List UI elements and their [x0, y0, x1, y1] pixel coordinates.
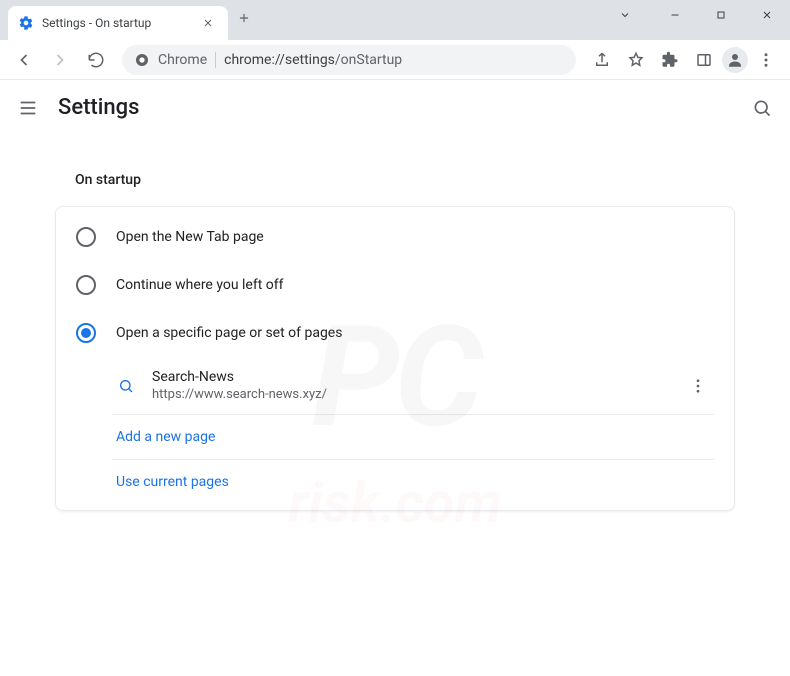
use-current-pages-link[interactable]: Use current pages — [112, 460, 714, 504]
close-window-button[interactable] — [744, 0, 790, 30]
back-button[interactable] — [8, 44, 40, 76]
option-label: Open a specific page or set of pages — [116, 325, 342, 341]
minimize-button[interactable] — [652, 0, 698, 30]
search-icon — [116, 376, 136, 396]
forward-button[interactable] — [44, 44, 76, 76]
search-icon[interactable] — [750, 96, 774, 120]
address-bar[interactable]: Chrome chrome://settings/onStartup — [122, 45, 576, 75]
chevron-down-icon[interactable] — [602, 0, 648, 30]
startup-page-row: Search-News https://www.search-news.xyz/ — [112, 357, 714, 415]
gear-icon — [18, 15, 34, 31]
kebab-menu-icon[interactable] — [750, 44, 782, 76]
share-icon[interactable] — [586, 44, 618, 76]
option-label: Continue where you left off — [116, 277, 284, 293]
chrome-logo-icon — [134, 52, 150, 68]
settings-content: On startup Open the New Tab page Continu… — [0, 136, 790, 511]
omnibox-prefix: Chrome — [158, 52, 207, 68]
option-continue[interactable]: Continue where you left off — [56, 261, 734, 309]
window-controls — [602, 0, 790, 40]
radio-icon — [76, 227, 96, 247]
close-tab-icon[interactable] — [198, 13, 218, 33]
add-page-link[interactable]: Add a new page — [112, 415, 714, 460]
omnibox-separator — [215, 52, 216, 68]
startup-page-name: Search-News — [152, 369, 670, 385]
startup-card: Open the New Tab page Continue where you… — [55, 206, 735, 511]
new-tab-button[interactable] — [234, 8, 254, 28]
startup-pages: Search-News https://www.search-news.xyz/… — [112, 357, 714, 504]
tab-title: Settings - On startup — [42, 16, 190, 30]
window-titlebar: Settings - On startup — [0, 0, 790, 40]
extensions-icon[interactable] — [654, 44, 686, 76]
omnibox-url: chrome://settings/onStartup — [224, 52, 402, 68]
browser-toolbar: Chrome chrome://settings/onStartup — [0, 40, 790, 80]
toolbar-right — [586, 44, 782, 76]
radio-icon — [76, 275, 96, 295]
settings-header: Settings — [0, 80, 790, 136]
option-new-tab[interactable]: Open the New Tab page — [56, 213, 734, 261]
reload-button[interactable] — [80, 44, 112, 76]
bookmark-star-icon[interactable] — [620, 44, 652, 76]
browser-tab[interactable]: Settings - On startup — [8, 6, 228, 40]
kebab-menu-icon[interactable] — [686, 374, 710, 398]
startup-page-url: https://www.search-news.xyz/ — [152, 387, 670, 402]
radio-icon — [76, 323, 96, 343]
menu-icon[interactable] — [16, 96, 40, 120]
section-title: On startup — [55, 156, 735, 206]
option-specific-pages[interactable]: Open a specific page or set of pages — [56, 309, 734, 357]
page-title: Settings — [58, 95, 139, 120]
option-label: Open the New Tab page — [116, 229, 264, 245]
maximize-button[interactable] — [698, 0, 744, 30]
profile-avatar[interactable] — [722, 47, 748, 73]
side-panel-icon[interactable] — [688, 44, 720, 76]
